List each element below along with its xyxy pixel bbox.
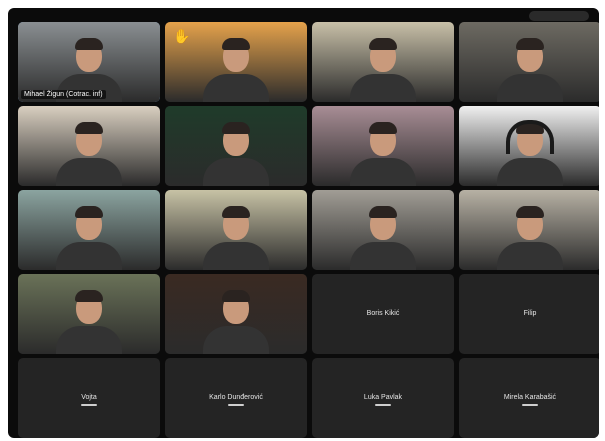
participant-name: Boris Kikić bbox=[366, 309, 400, 317]
participant-tile[interactable] bbox=[165, 190, 307, 270]
participant-tile[interactable] bbox=[459, 190, 599, 270]
participant-video-figure bbox=[495, 116, 565, 186]
participant-grid: Mihael Žigun (Cotrac. inf) ✋ Boris Kikić Fi… bbox=[18, 22, 599, 438]
participant-video-figure bbox=[348, 200, 418, 270]
participant-tile[interactable]: Mihael Žigun (Cotrac. inf) bbox=[18, 22, 160, 102]
participant-tile[interactable] bbox=[165, 274, 307, 354]
participant-video-figure bbox=[201, 116, 271, 186]
participant-tile[interactable] bbox=[459, 22, 599, 102]
view-toggle[interactable] bbox=[529, 11, 589, 21]
participant-tile[interactable]: Karlo Dunđerović bbox=[165, 358, 307, 438]
participant-video-figure bbox=[54, 284, 124, 354]
participant-tile[interactable] bbox=[18, 190, 160, 270]
participant-video-figure bbox=[495, 200, 565, 270]
participant-tile[interactable] bbox=[18, 274, 160, 354]
participant-tile[interactable] bbox=[312, 190, 454, 270]
video-call-window: Mihael Žigun (Cotrac. inf) ✋ Boris Kikić Fi… bbox=[8, 8, 599, 438]
participant-video-figure bbox=[201, 32, 271, 102]
audio-level-bar bbox=[375, 404, 391, 407]
participant-name: Karlo Dunđerović bbox=[209, 393, 263, 401]
participant-video-figure bbox=[54, 116, 124, 186]
participant-tile[interactable] bbox=[165, 106, 307, 186]
participant-tile[interactable] bbox=[312, 22, 454, 102]
participant-video-figure bbox=[495, 32, 565, 102]
audio-level-bar bbox=[228, 404, 244, 407]
participant-video-figure bbox=[201, 284, 271, 354]
participant-video-figure bbox=[54, 200, 124, 270]
participant-tile[interactable]: ✋ bbox=[165, 22, 307, 102]
participant-tile[interactable]: Vojta bbox=[18, 358, 160, 438]
audio-level-bar bbox=[81, 404, 97, 407]
participant-video-figure bbox=[348, 32, 418, 102]
participant-video-figure bbox=[348, 116, 418, 186]
participant-tile[interactable] bbox=[312, 106, 454, 186]
participant-video-figure bbox=[201, 200, 271, 270]
participant-tile[interactable] bbox=[459, 106, 599, 186]
participant-tile[interactable]: Boris Kikić bbox=[312, 274, 454, 354]
participant-name: Vojta bbox=[81, 393, 97, 401]
participant-tile[interactable]: Luka Pavlak bbox=[312, 358, 454, 438]
participant-name: Luka Pavlak bbox=[363, 393, 403, 401]
headphones-icon bbox=[506, 120, 554, 154]
participant-name-tag: Mihael Žigun (Cotrac. inf) bbox=[21, 90, 106, 99]
participant-tile[interactable]: Filip bbox=[459, 274, 599, 354]
raise-hand-icon: ✋ bbox=[173, 28, 191, 44]
audio-level-bar bbox=[522, 404, 538, 407]
participant-name: Filip bbox=[523, 309, 537, 317]
participant-name: Mirela Karabašić bbox=[503, 393, 557, 401]
participant-tile[interactable]: Mirela Karabašić bbox=[459, 358, 599, 438]
participant-tile[interactable] bbox=[18, 106, 160, 186]
